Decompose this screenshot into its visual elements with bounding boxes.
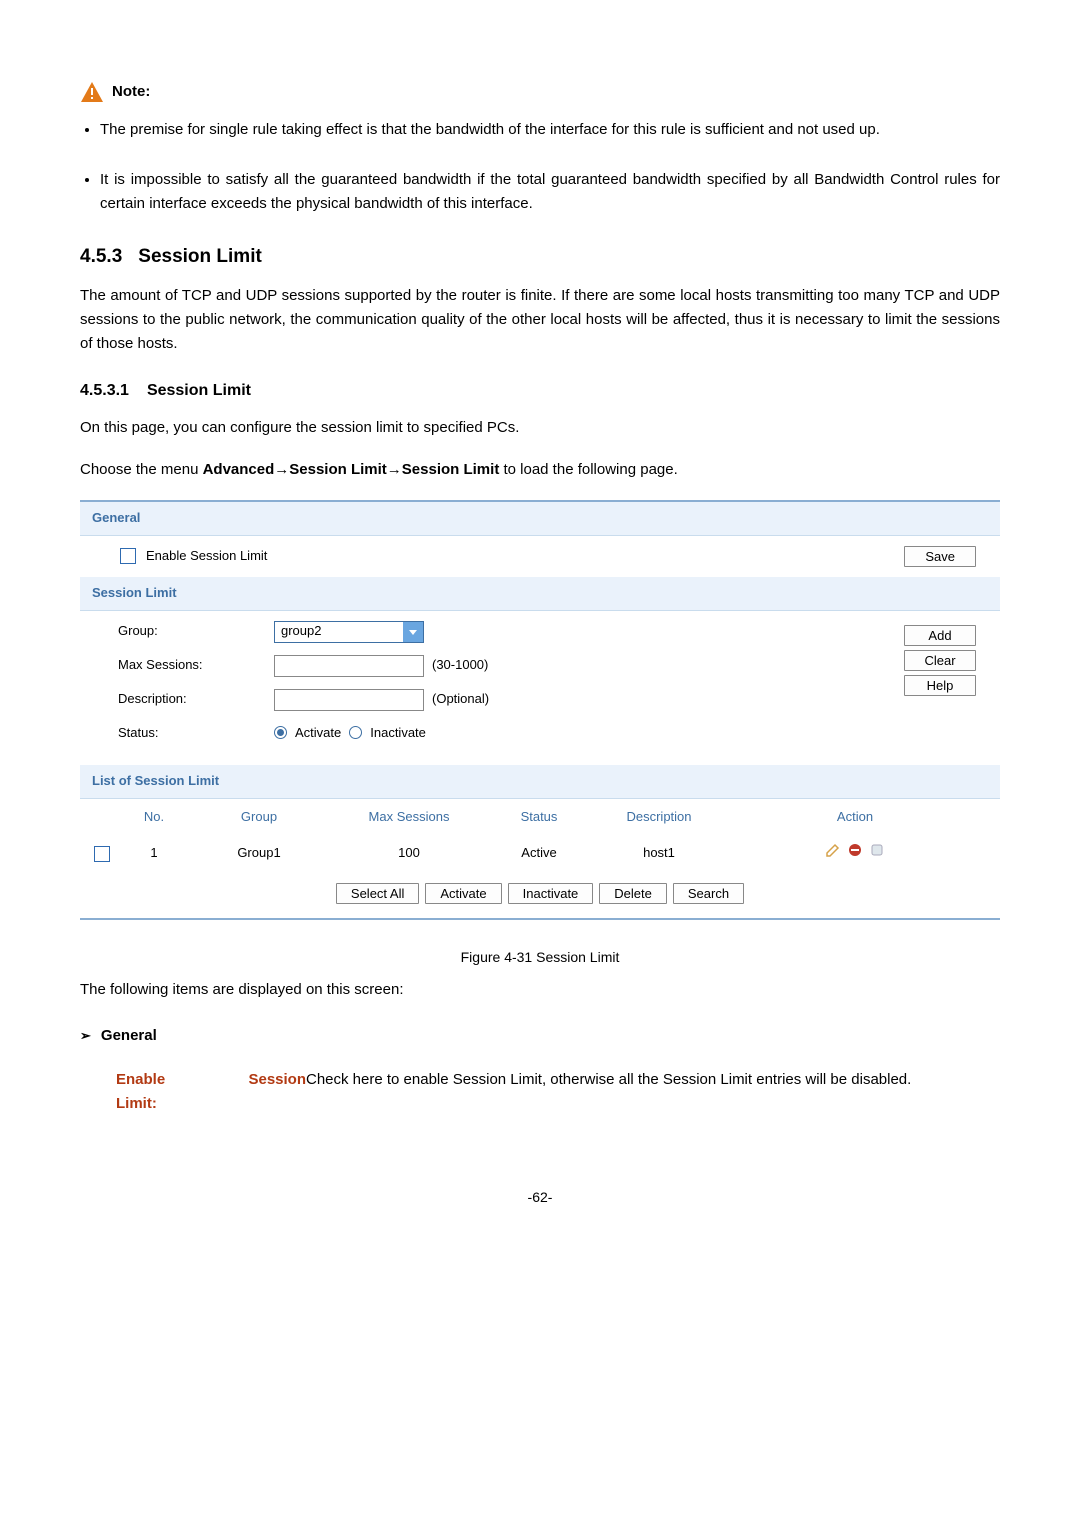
max-sessions-hint: (30-1000) (432, 655, 488, 676)
page-number: -62- (80, 1186, 1000, 1208)
subsection-desc: On this page, you can configure the sess… (80, 416, 1000, 440)
definition-desc: Check here to enable Session Limit, othe… (306, 1068, 1000, 1116)
col-action: Action (724, 807, 986, 828)
general-header: General (80, 502, 1000, 536)
config-panel: General Enable Session Limit Save Sessio… (80, 500, 1000, 920)
session-form: Group: group2 Max Sessions: (30-1000) (80, 611, 1000, 766)
save-button[interactable]: Save (904, 546, 976, 567)
menu-path-prefix: Choose the menu (80, 461, 203, 478)
side-buttons: Add Clear Help (904, 621, 986, 756)
more-icon[interactable] (869, 842, 885, 858)
col-max: Max Sessions (334, 807, 484, 828)
table-header-row: No. Group Max Sessions Status Descriptio… (80, 799, 1000, 836)
description-hint: (Optional) (432, 689, 489, 710)
figure-caption: Figure 4-31 Session Limit (80, 946, 1000, 968)
warning-icon (80, 80, 104, 104)
menu-path: Choose the menu Advanced→Session Limit→S… (80, 458, 1000, 482)
inactivate-label: Inactivate (370, 723, 426, 744)
section-number: 4.5.3 (80, 246, 122, 267)
select-all-button[interactable]: Select All (336, 883, 419, 904)
section-intro: The amount of TCP and UDP sessions suppo… (80, 284, 1000, 356)
note-label: Note: (112, 80, 150, 104)
col-desc: Description (594, 807, 724, 828)
note-list: The premise for single rule taking effec… (80, 118, 1000, 216)
definition-term: Enable Session Limit: (116, 1068, 306, 1116)
delete-icon[interactable] (847, 842, 863, 858)
group-select[interactable]: group2 (274, 621, 424, 643)
col-status: Status (484, 807, 594, 828)
row-checkbox[interactable] (94, 846, 110, 862)
add-button[interactable]: Add (904, 625, 976, 646)
inactivate-radio[interactable] (349, 726, 362, 739)
note-item: The premise for single rule taking effec… (100, 118, 1000, 142)
subsection-title: Session Limit (147, 382, 251, 399)
delete-button[interactable]: Delete (599, 883, 667, 904)
general-arrow-heading: ➢ General (80, 1024, 1000, 1048)
subsection-number: 4.5.3.1 (80, 382, 129, 399)
general-arrow-label: General (101, 1027, 157, 1044)
max-sessions-label: Max Sessions: (94, 655, 274, 676)
enable-session-checkbox[interactable] (120, 548, 136, 564)
col-no: No. (124, 807, 184, 828)
general-body: Enable Session Limit Save (80, 536, 1000, 577)
enable-session-label: Enable Session Limit (146, 546, 267, 567)
inactivate-button[interactable]: Inactivate (508, 883, 594, 904)
definition-row: Enable Session Limit: Check here to enab… (116, 1068, 1000, 1116)
help-button[interactable]: Help (904, 675, 976, 696)
max-sessions-input[interactable] (274, 655, 424, 677)
session-list-table: No. Group Max Sessions Status Descriptio… (80, 799, 1000, 871)
subsection-heading: 4.5.3.1 Session Limit (80, 378, 1000, 404)
cell-no: 1 (124, 843, 184, 864)
description-label: Description: (94, 689, 274, 710)
activate-button[interactable]: Activate (425, 883, 501, 904)
cell-group: Group1 (184, 843, 334, 864)
clear-button[interactable]: Clear (904, 650, 976, 671)
menu-path-bold: Advanced→Session Limit→Session Limit (203, 461, 500, 478)
cell-desc: host1 (594, 843, 724, 864)
note-header: Note: (80, 80, 1000, 104)
cell-max: 100 (334, 843, 484, 864)
table-row: 1 Group1 100 Active host1 (80, 836, 1000, 871)
triangle-bullet-icon: ➢ (80, 1026, 91, 1047)
list-header: List of Session Limit (80, 765, 1000, 799)
activate-label: Activate (295, 723, 341, 744)
description-input[interactable] (274, 689, 424, 711)
session-limit-header: Session Limit (80, 577, 1000, 611)
activate-radio[interactable] (274, 726, 287, 739)
section-heading: 4.5.3 Session Limit (80, 242, 1000, 272)
enable-row: Enable Session Limit (120, 546, 267, 567)
follow-text: The following items are displayed on thi… (80, 978, 1000, 1002)
chevron-down-icon (403, 622, 423, 642)
edit-icon[interactable] (825, 842, 841, 858)
menu-path-suffix: to load the following page. (499, 461, 677, 478)
group-select-value: group2 (275, 621, 403, 642)
cell-status: Active (484, 843, 594, 864)
col-group: Group (184, 807, 334, 828)
section-title: Session Limit (138, 246, 262, 267)
note-item: It is impossible to satisfy all the guar… (100, 168, 1000, 216)
search-button[interactable]: Search (673, 883, 744, 904)
table-button-row: Select All Activate Inactivate Delete Se… (80, 871, 1000, 920)
group-label: Group: (94, 621, 274, 642)
status-label: Status: (94, 723, 274, 744)
